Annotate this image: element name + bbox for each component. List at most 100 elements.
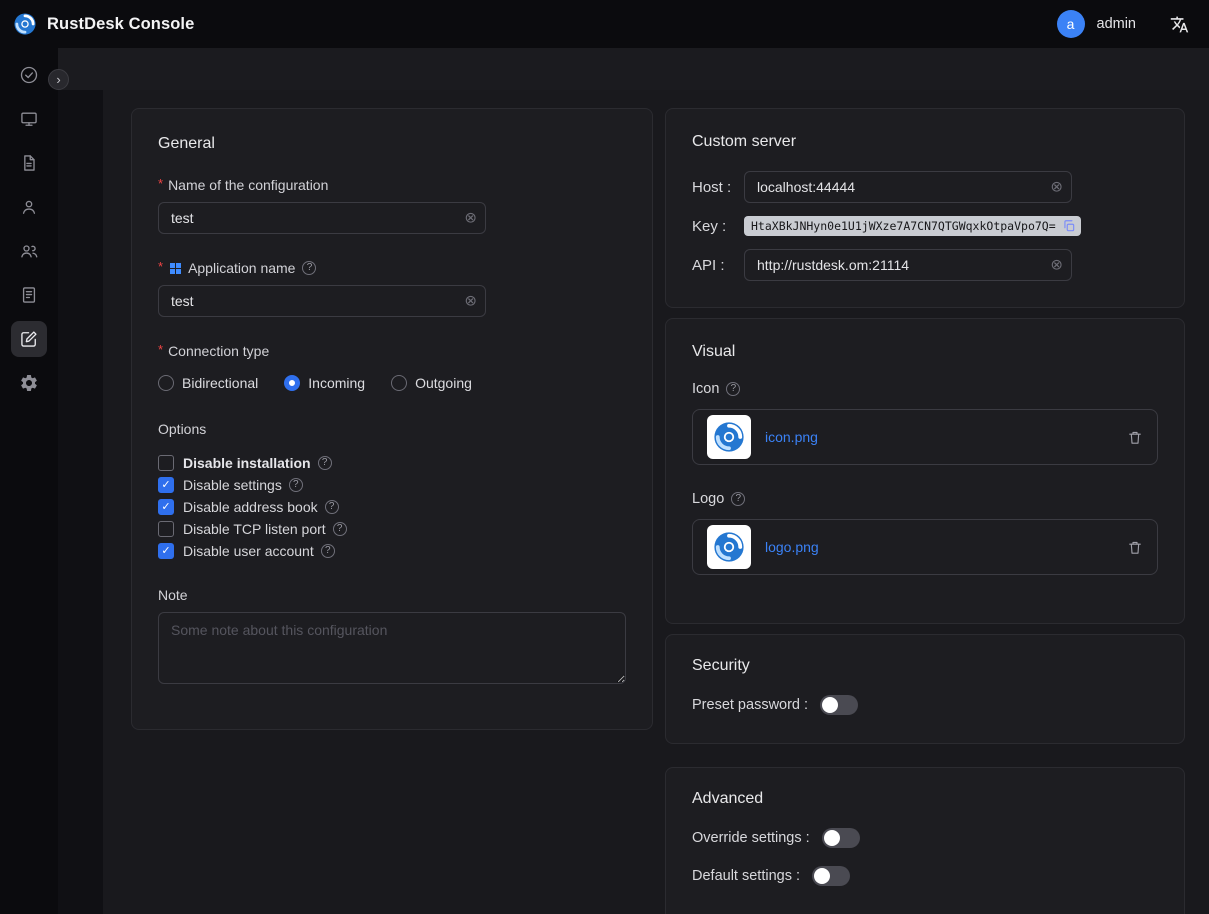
security-title: Security — [692, 657, 1158, 675]
config-name-input[interactable] — [158, 202, 486, 234]
advanced-title: Advanced — [692, 790, 1158, 808]
document-icon — [19, 153, 39, 173]
clear-icon[interactable]: ⊗ — [1050, 180, 1063, 195]
default-settings-label: Default settings : — [692, 868, 800, 884]
general-card: General * Name of the configuration ⊗ * … — [131, 108, 653, 730]
key-label: Key : — [692, 218, 744, 235]
help-icon[interactable]: ? — [726, 382, 740, 396]
checkbox-disable-settings[interactable]: ✓ Disable settings ? — [158, 477, 626, 493]
icon-label: Icon ? — [692, 381, 1158, 397]
required-asterisk: * — [158, 342, 163, 357]
brand: RustDesk Console — [12, 11, 194, 37]
radio-bidirectional[interactable]: Bidirectional — [158, 375, 258, 391]
note-label: Note — [158, 587, 626, 603]
help-icon[interactable]: ? — [289, 478, 303, 492]
icon-upload-box: icon.png — [692, 409, 1158, 465]
help-icon[interactable]: ? — [302, 261, 316, 275]
user-name[interactable]: admin — [1097, 16, 1137, 32]
override-settings-label: Override settings : — [692, 830, 810, 846]
required-asterisk: * — [158, 176, 163, 191]
clear-icon[interactable]: ⊗ — [1050, 258, 1063, 273]
logo-label: Logo ? — [692, 491, 1158, 507]
api-input[interactable] — [744, 249, 1072, 281]
note-textarea[interactable] — [158, 612, 626, 684]
sidebar-item-devices[interactable] — [11, 101, 47, 137]
user-icon — [19, 197, 39, 217]
sidebar-item-documents[interactable] — [11, 145, 47, 181]
user-avatar[interactable]: a — [1057, 10, 1085, 38]
options-label: Options — [158, 421, 626, 437]
sidebar-item-audit-log[interactable] — [11, 277, 47, 313]
copy-icon[interactable] — [1062, 219, 1076, 233]
help-icon[interactable]: ? — [333, 522, 347, 536]
radio-incoming[interactable]: Incoming — [284, 375, 365, 391]
windows-icon — [170, 263, 181, 274]
checkbox: ✓ — [158, 499, 174, 515]
app-header: RustDesk Console a admin — [0, 0, 1209, 48]
logo-file-link[interactable]: logo.png — [765, 539, 819, 555]
radio-button — [158, 375, 174, 391]
server-key-value: HtaXBkJNHyn0e1U1jWXze7A7CN7QTGWqxkOtpaVp… — [744, 216, 1081, 236]
security-card: Security Preset password : — [665, 634, 1185, 744]
checkbox-disable-installation[interactable]: ✓ Disable installation ? — [158, 455, 626, 471]
general-title: General — [158, 135, 626, 153]
sidebar-gutter — [58, 90, 103, 914]
checkbox-disable-tcp-listen-port[interactable]: ✓ Disable TCP listen port ? — [158, 521, 626, 537]
radio-button — [284, 375, 300, 391]
override-settings-toggle[interactable] — [822, 828, 860, 848]
checkbox: ✓ — [158, 455, 174, 471]
checkbox: ✓ — [158, 521, 174, 537]
app-title: RustDesk Console — [47, 15, 194, 34]
main-area: General * Name of the configuration ⊗ * … — [58, 48, 1209, 914]
advanced-card: Advanced Override settings : Default set… — [665, 767, 1185, 914]
sidebar-collapse-button[interactable]: › — [48, 69, 69, 90]
status-icon — [19, 65, 39, 85]
custom-server-card: Custom server Host : ⊗ Key : HtaXBkJNHyn… — [665, 108, 1185, 308]
checkbox-disable-user-account[interactable]: ✓ Disable user account ? — [158, 543, 626, 559]
custom-server-title: Custom server — [692, 133, 1158, 151]
gear-icon — [19, 373, 39, 393]
name-field-label: * Name of the configuration — [158, 177, 626, 193]
sidebar-item-status[interactable] — [11, 57, 47, 93]
help-icon[interactable]: ? — [731, 492, 745, 506]
logo-upload-box: logo.png — [692, 519, 1158, 575]
visual-title: Visual — [692, 343, 1158, 361]
application-name-input[interactable] — [158, 285, 486, 317]
help-icon[interactable]: ? — [325, 500, 339, 514]
radio-button — [391, 375, 407, 391]
checkbox: ✓ — [158, 477, 174, 493]
api-label: API : — [692, 257, 744, 274]
preset-password-label: Preset password : — [692, 697, 808, 713]
translate-icon[interactable] — [1170, 15, 1189, 34]
host-input[interactable] — [744, 171, 1072, 203]
radio-outgoing[interactable]: Outgoing — [391, 375, 472, 391]
users-group-icon — [19, 241, 39, 261]
sidebar-item-settings[interactable] — [11, 365, 47, 401]
help-icon[interactable]: ? — [321, 544, 335, 558]
preset-password-toggle[interactable] — [820, 695, 858, 715]
icon-file-link[interactable]: icon.png — [765, 429, 818, 445]
sidebar-item-configurations[interactable] — [11, 321, 47, 357]
clear-icon[interactable]: ⊗ — [464, 294, 477, 309]
edit-icon — [19, 329, 39, 349]
help-icon[interactable]: ? — [318, 456, 332, 470]
connection-type-group: Bidirectional Incoming Outgoing — [158, 375, 626, 391]
app-name-field-label: * Application name ? — [158, 260, 626, 276]
checkbox-disable-address-book[interactable]: ✓ Disable address book ? — [158, 499, 626, 515]
sidebar — [0, 48, 58, 914]
rustdesk-logo-icon — [12, 11, 38, 37]
monitor-icon — [19, 109, 39, 129]
sidebar-item-users[interactable] — [11, 189, 47, 225]
default-settings-toggle[interactable] — [812, 866, 850, 886]
sidebar-item-groups[interactable] — [11, 233, 47, 269]
icon-preview — [707, 415, 751, 459]
checkbox: ✓ — [158, 543, 174, 559]
trash-icon[interactable] — [1127, 539, 1143, 556]
logo-preview — [707, 525, 751, 569]
clear-icon[interactable]: ⊗ — [464, 211, 477, 226]
trash-icon[interactable] — [1127, 429, 1143, 446]
logbook-icon — [19, 285, 39, 305]
host-label: Host : — [692, 179, 744, 196]
visual-card: Visual Icon ? — [665, 318, 1185, 624]
connection-type-label: * Connection type — [158, 343, 626, 359]
